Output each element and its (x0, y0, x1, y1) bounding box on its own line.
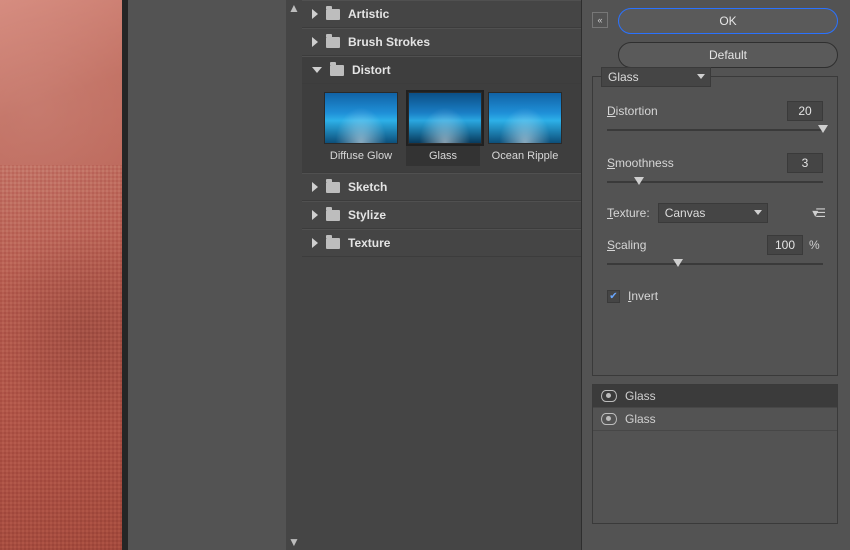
folder-icon (326, 37, 340, 48)
folder-icon (326, 9, 340, 20)
param-distortion: Distortion (593, 97, 837, 149)
param-label: Smoothness (607, 156, 674, 170)
filter-params-panel: Glass Distortion Smoothness (592, 76, 838, 376)
slider-thumb-icon[interactable] (634, 177, 644, 185)
category-label: Sketch (348, 180, 387, 194)
category-artistic[interactable]: Artistic (302, 0, 581, 28)
layer-name: Glass (625, 412, 656, 426)
category-label: Artistic (348, 7, 389, 21)
category-sketch[interactable]: Sketch (302, 173, 581, 201)
param-label: Texture: (607, 206, 650, 220)
param-label: Distortion (607, 104, 658, 118)
scaling-input[interactable] (767, 235, 803, 255)
collapse-panel-icon[interactable]: « (592, 12, 608, 28)
select-value: Glass (608, 70, 639, 84)
visibility-eye-icon[interactable] (601, 390, 617, 402)
scroll-up-icon[interactable]: ▲ (286, 0, 302, 16)
filter-select[interactable]: Glass (601, 67, 711, 87)
thumb-image (324, 92, 398, 144)
category-distort[interactable]: Distort (302, 56, 581, 84)
effect-layers-panel: Glass Glass (592, 384, 838, 524)
thumb-image (488, 92, 562, 144)
unit-label: % (809, 238, 823, 252)
param-smoothness: Smoothness (593, 149, 837, 201)
smoothness-input[interactable] (787, 153, 823, 173)
preview-column (0, 0, 128, 550)
param-scaling: Scaling % (593, 231, 837, 283)
category-label: Distort (352, 63, 391, 77)
layer-name: Glass (625, 389, 656, 403)
thumb-label: Diffuse Glow (324, 150, 398, 162)
filter-thumb-ocean-ripple[interactable]: Ocean Ripple (488, 92, 562, 162)
thumb-label: Glass (408, 150, 478, 162)
param-invert[interactable]: Invert (593, 287, 837, 305)
layer-row[interactable]: Glass (593, 385, 837, 408)
button-label: Default (709, 48, 747, 62)
folder-icon (326, 238, 340, 249)
scaling-slider[interactable] (607, 257, 823, 271)
distortion-input[interactable] (787, 101, 823, 121)
select-value: Canvas (665, 206, 706, 220)
thumb-image (408, 92, 482, 144)
param-texture: Texture: Canvas ▾☰ (593, 201, 837, 225)
preview-image (0, 0, 122, 550)
gallery-scroll-area: ▲ ▼ (128, 0, 302, 550)
folder-icon (330, 65, 344, 76)
category-label: Brush Strokes (348, 35, 430, 49)
category-label: Texture (348, 236, 390, 250)
chevron-down-icon (754, 210, 762, 215)
slider-thumb-icon[interactable] (818, 125, 828, 133)
category-label: Stylize (348, 208, 386, 222)
settings-column: « OK Default Glass Distortion (582, 0, 850, 550)
button-label: OK (719, 14, 736, 28)
chevron-right-icon (312, 238, 318, 248)
chevron-right-icon (312, 210, 318, 220)
category-brush-strokes[interactable]: Brush Strokes (302, 28, 581, 56)
category-texture[interactable]: Texture (302, 229, 581, 257)
distort-thumbnails: Diffuse Glow Glass Ocean Ripple (302, 84, 581, 173)
invert-checkbox[interactable] (607, 290, 620, 303)
scrollbar-vertical[interactable]: ▲ ▼ (286, 0, 302, 550)
chevron-down-icon (312, 67, 322, 73)
filter-gallery: Artistic Brush Strokes Distort Diffuse G… (302, 0, 582, 550)
chevron-down-icon (697, 74, 705, 79)
param-label: Invert (628, 289, 658, 303)
param-label: Scaling (607, 238, 646, 252)
chevron-right-icon (312, 9, 318, 19)
smoothness-slider[interactable] (607, 175, 823, 189)
filter-thumb-diffuse-glow[interactable]: Diffuse Glow (324, 92, 398, 162)
category-stylize[interactable]: Stylize (302, 201, 581, 229)
texture-flyout-icon[interactable]: ▾☰ (812, 206, 823, 220)
scroll-down-icon[interactable]: ▼ (286, 534, 302, 550)
folder-icon (326, 210, 340, 221)
default-button[interactable]: Default (618, 42, 838, 68)
visibility-eye-icon[interactable] (601, 413, 617, 425)
distortion-slider[interactable] (607, 123, 823, 137)
thumb-label: Ocean Ripple (488, 150, 562, 162)
layer-row[interactable]: Glass (593, 408, 837, 431)
chevron-right-icon (312, 182, 318, 192)
chevron-right-icon (312, 37, 318, 47)
ok-button[interactable]: OK (618, 8, 838, 34)
filter-thumb-glass[interactable]: Glass (406, 90, 480, 166)
folder-icon (326, 182, 340, 193)
slider-thumb-icon[interactable] (673, 259, 683, 267)
texture-select[interactable]: Canvas (658, 203, 768, 223)
